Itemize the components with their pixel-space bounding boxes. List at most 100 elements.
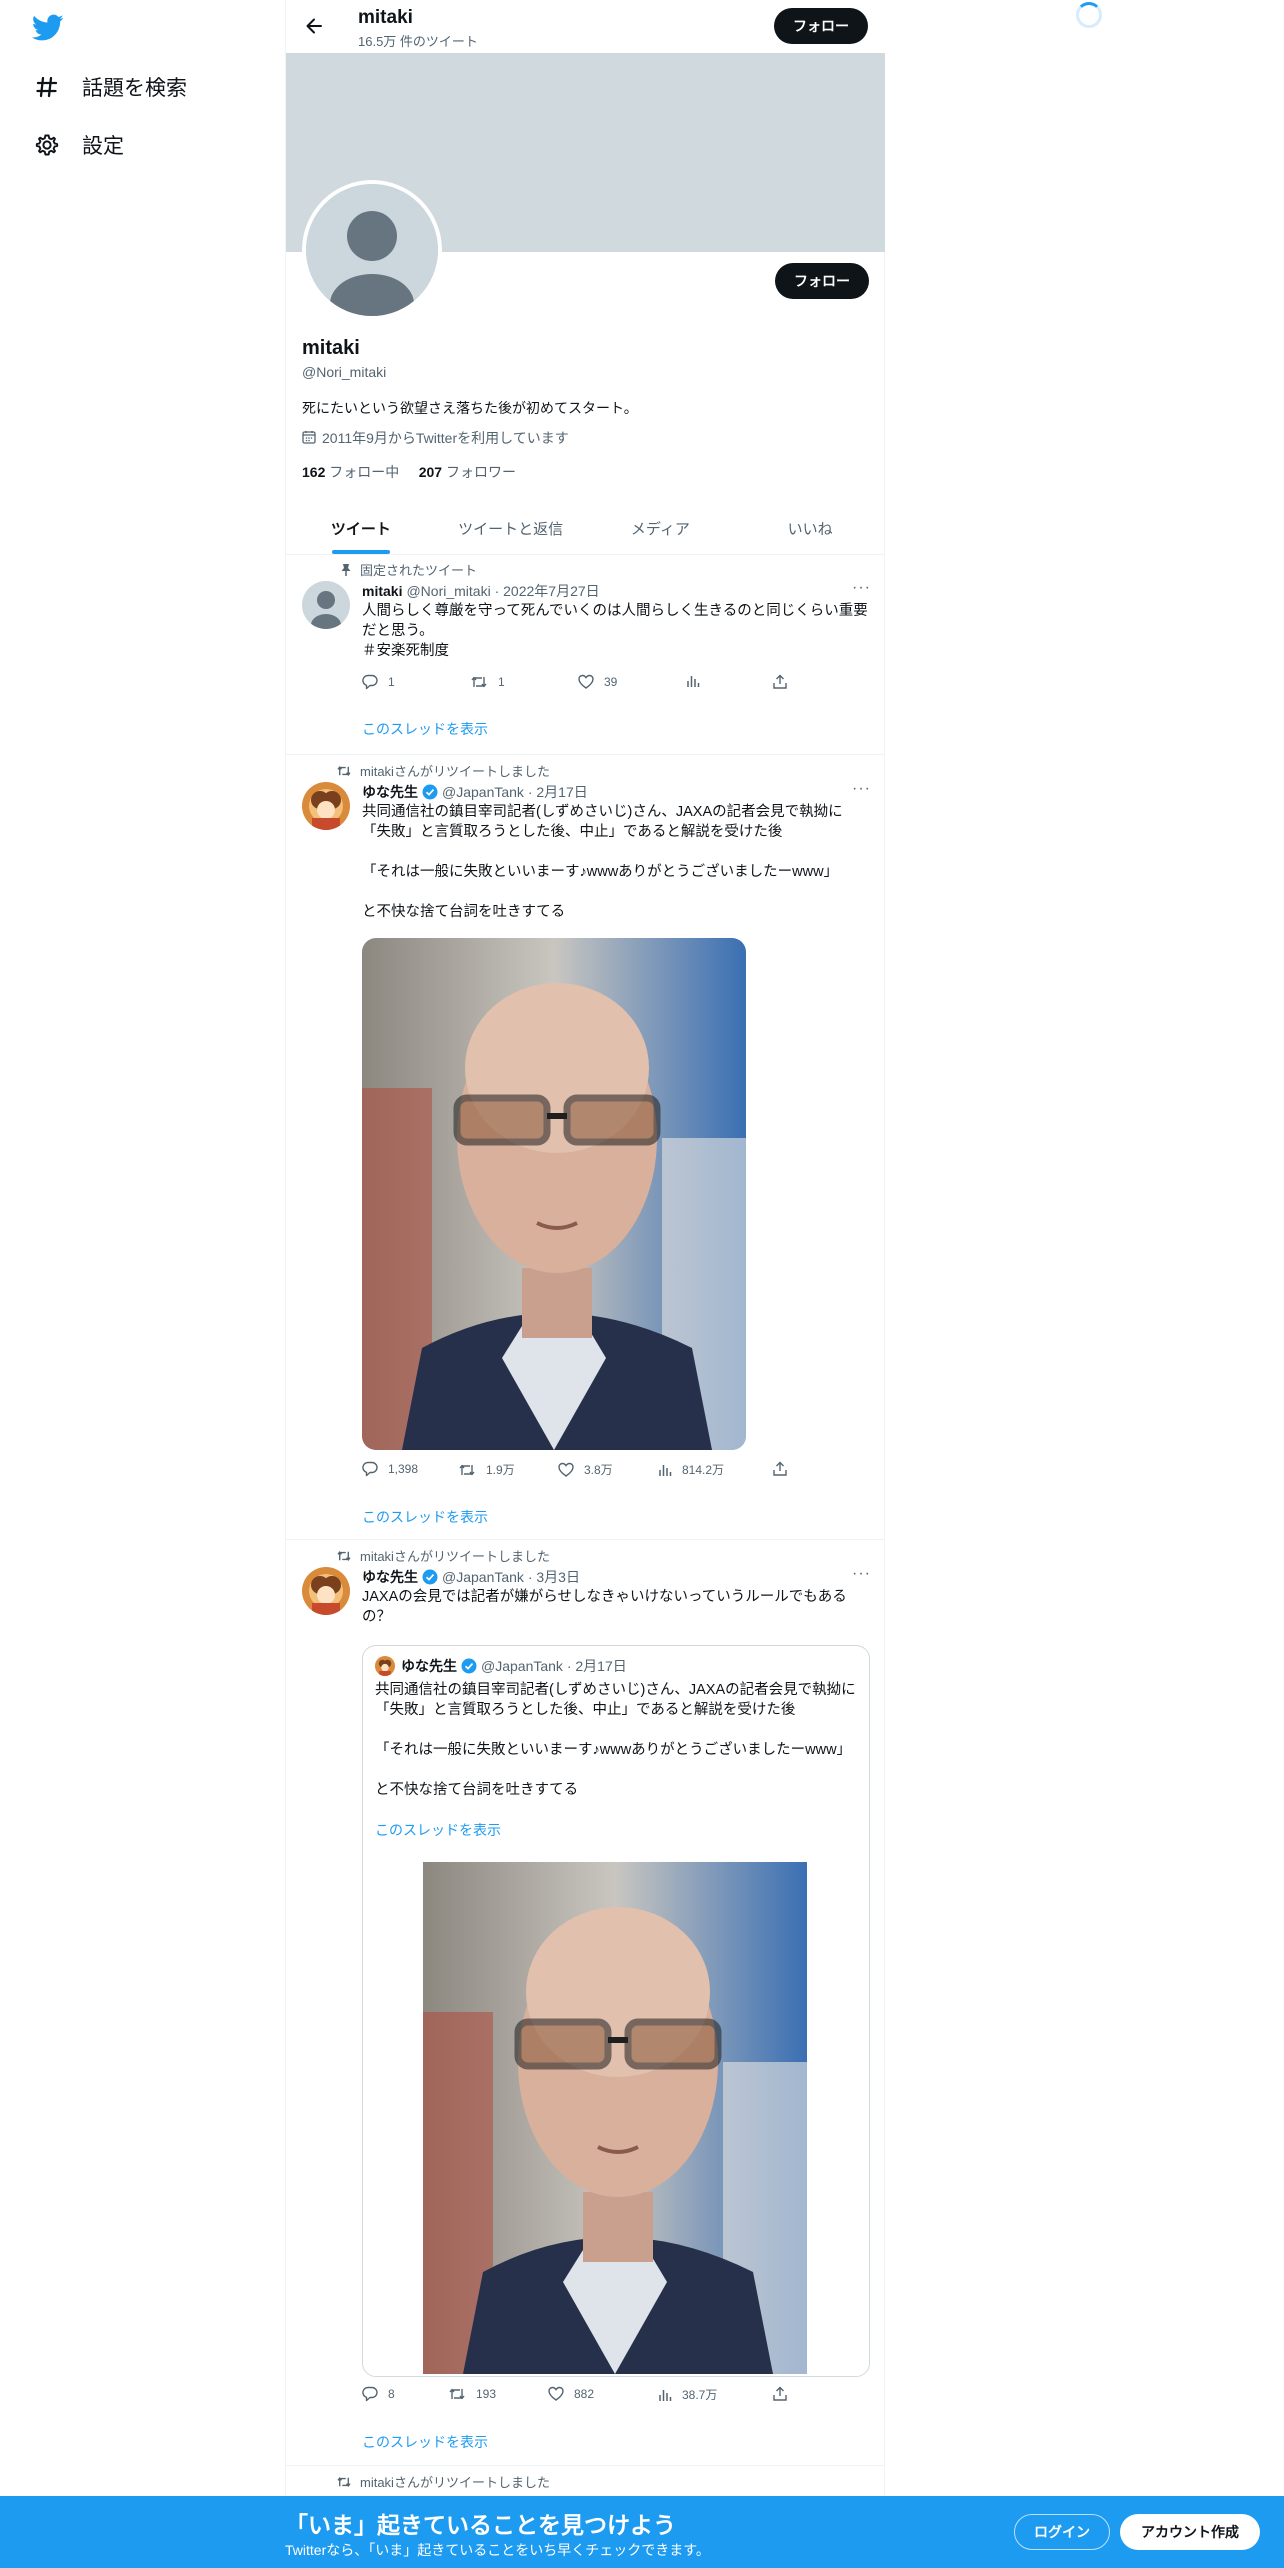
signup-prompt-subtitle: Twitterなら、「いま」起きていることをいち早くチェックできます。 [285, 2542, 710, 2558]
tweet-date[interactable]: · 2月17日 [528, 782, 588, 802]
reply-button[interactable]: 1 [362, 674, 395, 690]
like-icon [548, 2386, 564, 2401]
like-button[interactable]: 882 [548, 2386, 594, 2402]
show-thread-link[interactable]: このスレッドを表示 [362, 2432, 488, 2452]
tweet-avatar[interactable] [302, 1567, 350, 1615]
nav-explore[interactable]: 話題を検索 [34, 69, 187, 105]
tweet-date[interactable]: · 2022年7月27日 [495, 581, 600, 601]
retweet-button[interactable]: 193 [448, 2386, 496, 2402]
retweet-icon [334, 1549, 352, 1563]
tweet-author-name[interactable]: ゆな先生 [362, 1567, 418, 1587]
views-icon [687, 676, 700, 687]
followers-label: フォロワー [442, 464, 516, 480]
share-icon [773, 1461, 787, 1476]
like-count: 3.8万 [584, 1463, 613, 1477]
profile-header-bar: mitaki 16.5万 件のツイート フォロー [286, 0, 885, 53]
quoted-tweet-header: ゆな先生 @JapanTank · 2月17日 [375, 1656, 627, 1676]
tab-tweets-and-replies[interactable]: ツイートと返信 [436, 502, 586, 554]
share-button[interactable] [772, 2386, 798, 2402]
show-thread-link[interactable]: このスレッドを表示 [362, 1507, 488, 1527]
views-button[interactable] [686, 674, 710, 688]
views-icon [659, 2389, 672, 2401]
tweet-context: 固定されたツイート [334, 560, 477, 579]
tweet-avatar[interactable] [302, 782, 350, 830]
views-button[interactable]: 814.2万 [658, 1461, 724, 1478]
followers-count: 207 [418, 464, 443, 480]
retweet-count: 193 [476, 2387, 497, 2401]
login-button[interactable]: ログイン [1014, 2514, 1110, 2550]
tab-tweets[interactable]: ツイート [286, 502, 436, 554]
show-thread-link[interactable]: このスレッドを表示 [362, 719, 488, 739]
loading-spinner-icon [1076, 2, 1102, 28]
more-icon[interactable]: ··· [852, 579, 871, 597]
retweet-icon [334, 764, 352, 778]
tweet-context-label: mitakiさんがリツイートしました [360, 2475, 550, 2490]
tweet-text: 人間らしく尊厳を守って死んでいくのは人間らしく生きるのと同じくらい重要だと思う。… [362, 603, 868, 659]
quoted-show-thread-link[interactable]: このスレッドを表示 [375, 1820, 501, 1840]
profile-follow-button[interactable]: フォロー [775, 263, 869, 299]
more-icon[interactable]: ··· [852, 780, 871, 798]
share-icon [773, 2386, 787, 2401]
tab-likes[interactable]: いいね [735, 502, 885, 554]
retweet-count: 1.9万 [486, 1463, 515, 1477]
quoted-author-name: ゆな先生 [401, 1658, 457, 1674]
tweet-avatar[interactable] [302, 581, 350, 629]
profile-display-name: mitaki [302, 337, 360, 359]
tweet-media-photo[interactable] [362, 938, 746, 1450]
retweet-button[interactable]: 1.9万 [458, 1461, 515, 1478]
tweet-author-handle[interactable]: @JapanTank [442, 1569, 524, 1585]
follow-stats: 162 フォロー中 207 フォロワー [302, 462, 516, 482]
tweet-actions: 8 193 882 38.7万 [362, 2386, 802, 2406]
tweet-author-name[interactable]: mitaki [362, 583, 402, 599]
tweet-pinned[interactable]: 固定されたツイート mitaki @Nori_mitaki · 2022年7月2… [286, 555, 885, 755]
share-button[interactable] [772, 1461, 798, 1477]
share-button[interactable] [772, 674, 798, 690]
following-count: 162 [302, 464, 326, 480]
header-follow-button[interactable]: フォロー [774, 8, 868, 44]
tweet-author-name[interactable]: ゆな先生 [362, 782, 418, 802]
tweet-author-handle[interactable]: @JapanTank [442, 784, 524, 800]
quoted-tweet-media-photo[interactable] [423, 1862, 807, 2374]
tab-media[interactable]: メディア [586, 502, 736, 554]
reply-button[interactable]: 8 [362, 2386, 395, 2402]
verified-icon [422, 1569, 438, 1585]
followers-link[interactable]: 207 フォロワー [419, 464, 516, 480]
tweet-header: ゆな先生 @JapanTank · 2月17日 [362, 782, 588, 802]
tweet-context: mitakiさんがリツイートしました [334, 761, 550, 780]
more-icon[interactable]: ··· [852, 1565, 871, 1583]
nav-settings-label: 設定 [82, 135, 124, 158]
tweet-retweeted-2[interactable]: mitakiさんがリツイートしました ゆな先生 @JapanTank · 3月3… [286, 1541, 885, 2466]
back-arrow-icon[interactable] [300, 12, 328, 40]
profile-tabs: ツイート ツイートと返信 メディア いいね [286, 502, 885, 555]
quoted-date: · 2月17日 [566, 1658, 627, 1674]
profile-joined: 2011年9月からTwitterを利用しています [302, 428, 569, 448]
tweet-text: 共同通信社の鎮目宰司記者(しずめさいじ)さん、JAXAの記者会見で執拗に「失敗」… [362, 804, 843, 920]
like-button[interactable]: 39 [578, 674, 617, 690]
tweet-author-handle[interactable]: @Nori_mitaki [406, 583, 490, 599]
like-count: 39 [604, 675, 618, 689]
tweet-actions: 1,398 1.9万 3.8万 814.2万 [362, 1461, 802, 1481]
profile-avatar[interactable] [302, 180, 442, 320]
create-account-button[interactable]: アカウント作成 [1120, 2514, 1260, 2550]
like-button[interactable]: 3.8万 [558, 1461, 613, 1478]
retweet-button[interactable]: 1 [470, 674, 505, 690]
retweet-count: 1 [498, 675, 505, 689]
retweet-icon [334, 2475, 352, 2489]
views-button[interactable]: 38.7万 [658, 2386, 717, 2403]
tweet-date[interactable]: · 3月3日 [528, 1567, 580, 1587]
verified-icon [422, 784, 438, 800]
tweet-retweeted-1[interactable]: mitakiさんがリツイートしました ゆな先生 @JapanTank · 2月1… [286, 756, 885, 1540]
following-link[interactable]: 162 フォロー中 [302, 464, 399, 480]
tweet-text: JAXAの会見では記者が嫌がらせしなきゃいけないっていうルールでもあるの？ [362, 1589, 847, 1625]
reply-icon [362, 2386, 378, 2402]
views-count: 814.2万 [682, 1463, 725, 1477]
nav-settings[interactable]: 設定 [34, 127, 124, 163]
verified-icon [461, 1658, 477, 1674]
quoted-tweet[interactable]: ゆな先生 @JapanTank · 2月17日 共同通信社の鎮目宰司記者(しずめ… [362, 1645, 870, 2377]
calendar-icon [302, 430, 316, 447]
tweet-context-label: mitakiさんがリツイートしました [360, 764, 550, 779]
twitter-logo-icon[interactable] [32, 14, 64, 42]
header-tweet-count: 16.5万 件のツイート [358, 34, 478, 49]
tweet-retweeted-3[interactable]: mitakiさんがリツイートしました [286, 2467, 885, 2496]
reply-button[interactable]: 1,398 [362, 1461, 418, 1477]
